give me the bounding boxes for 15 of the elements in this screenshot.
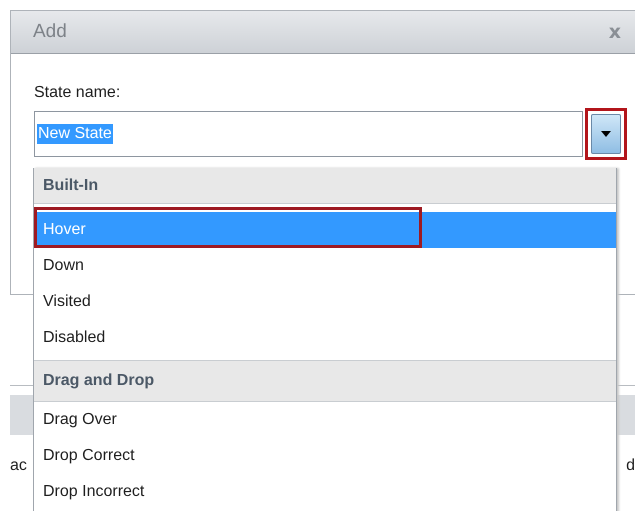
dropdown-item[interactable]: Disabled bbox=[34, 320, 616, 356]
field-value: New State bbox=[37, 124, 113, 144]
dropdown-item[interactable]: Drop Correct bbox=[34, 438, 616, 474]
dialog-title: Add bbox=[33, 21, 67, 43]
dropdown-item[interactable]: Down bbox=[34, 248, 616, 284]
dropdown-button[interactable] bbox=[591, 114, 621, 154]
partial-text: ac bbox=[10, 457, 27, 475]
group-header: Built-In bbox=[34, 168, 616, 204]
dropdown-item[interactable]: Visited bbox=[34, 284, 616, 320]
caret-icon bbox=[601, 131, 611, 137]
dropdown-item[interactable]: Drag Over bbox=[34, 402, 616, 438]
group-header: Drag and Drop bbox=[34, 360, 616, 402]
field-label: State name: bbox=[34, 84, 122, 102]
dropdown-item[interactable]: Drop Incorrect bbox=[34, 474, 616, 510]
partial-text: d bbox=[626, 457, 635, 475]
